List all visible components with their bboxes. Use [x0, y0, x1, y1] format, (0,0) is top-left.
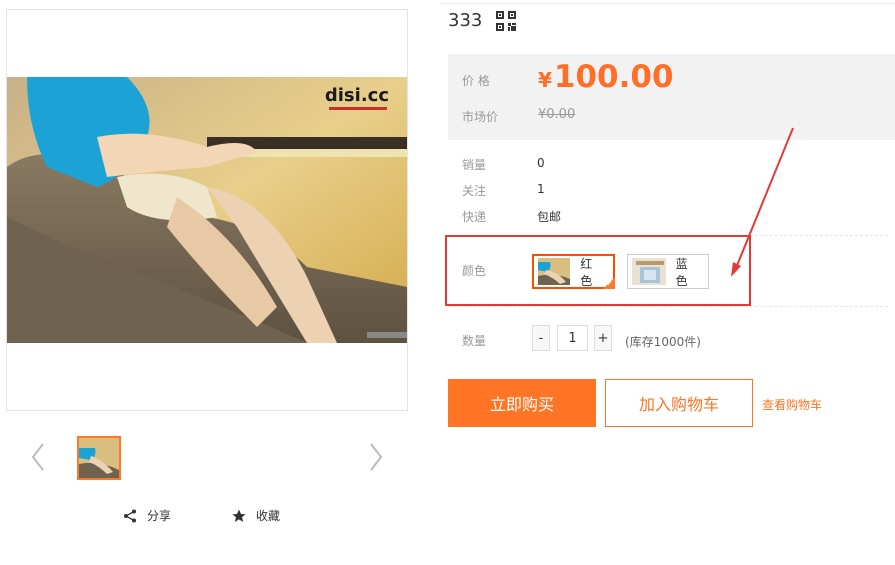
- view-cart-link[interactable]: 查看购物车: [762, 396, 822, 413]
- color-option-blue[interactable]: 蓝色: [627, 254, 709, 289]
- color-option-label: 蓝色: [675, 256, 688, 288]
- watermark-underline: [329, 107, 387, 110]
- divider: [448, 306, 888, 307]
- chevron-right-icon: [370, 443, 383, 471]
- meta-value: 包邮: [537, 210, 562, 224]
- color-label: 颜色: [462, 264, 487, 278]
- market-price-label: 市场价: [462, 110, 499, 124]
- price-currency: ¥: [538, 68, 552, 92]
- quantity-increase-button[interactable]: +: [594, 325, 612, 351]
- product-main-image: disi.cc: [7, 77, 407, 343]
- color-option-label: 红色: [580, 256, 593, 288]
- buy-now-button[interactable]: 立即购买: [448, 379, 596, 427]
- qr-code-icon[interactable]: [496, 10, 517, 31]
- price-panel: 价 格 ¥ 100.00 市场价 ¥0.00: [448, 54, 895, 140]
- quantity-input[interactable]: [557, 325, 588, 351]
- star-icon: [232, 509, 246, 522]
- price-value: ¥ 100.00: [538, 59, 674, 95]
- top-divider: [440, 3, 895, 4]
- check-icon: ✓: [606, 279, 613, 288]
- quantity-decrease-button[interactable]: -: [532, 325, 550, 351]
- meta-value: 1: [537, 182, 545, 196]
- share-button[interactable]: 分享: [123, 507, 171, 524]
- meta-value: 0: [537, 156, 545, 170]
- meta-key: 快递: [462, 210, 487, 224]
- gallery-thumbnail[interactable]: [77, 436, 121, 480]
- add-to-cart-button[interactable]: 加入购物车: [605, 379, 753, 427]
- meta-key: 关注: [462, 184, 487, 198]
- title-row: 333: [448, 10, 517, 31]
- gallery-next-button[interactable]: [364, 440, 388, 474]
- meta-row-shipping: 快递 包邮: [462, 208, 561, 225]
- color-option-red[interactable]: 红色 ✓: [532, 254, 615, 289]
- product-title: 333: [448, 10, 483, 31]
- price-label: 价 格: [462, 74, 490, 88]
- color-option-thumb: [632, 258, 666, 285]
- price-amount: 100.00: [553, 59, 674, 95]
- favorite-button[interactable]: 收藏: [232, 507, 280, 524]
- meta-row-follow: 关注 1: [462, 182, 545, 199]
- share-label: 分享: [147, 509, 172, 523]
- share-icon: [124, 509, 136, 522]
- market-price-value: ¥0.00: [538, 107, 576, 122]
- favorite-label: 收藏: [256, 509, 281, 523]
- image-watermark: disi.cc: [324, 85, 389, 106]
- quantity-label: 数量: [462, 334, 487, 348]
- meta-key: 销量: [462, 158, 487, 172]
- color-option-thumb: [538, 258, 571, 285]
- stock-count: (库存1000件): [625, 335, 701, 349]
- main-image-frame: disi.cc: [6, 9, 408, 411]
- meta-row-sales: 销量 0: [462, 156, 545, 173]
- divider: [448, 235, 888, 236]
- gallery-prev-button[interactable]: [26, 440, 50, 474]
- chevron-left-icon: [31, 443, 44, 471]
